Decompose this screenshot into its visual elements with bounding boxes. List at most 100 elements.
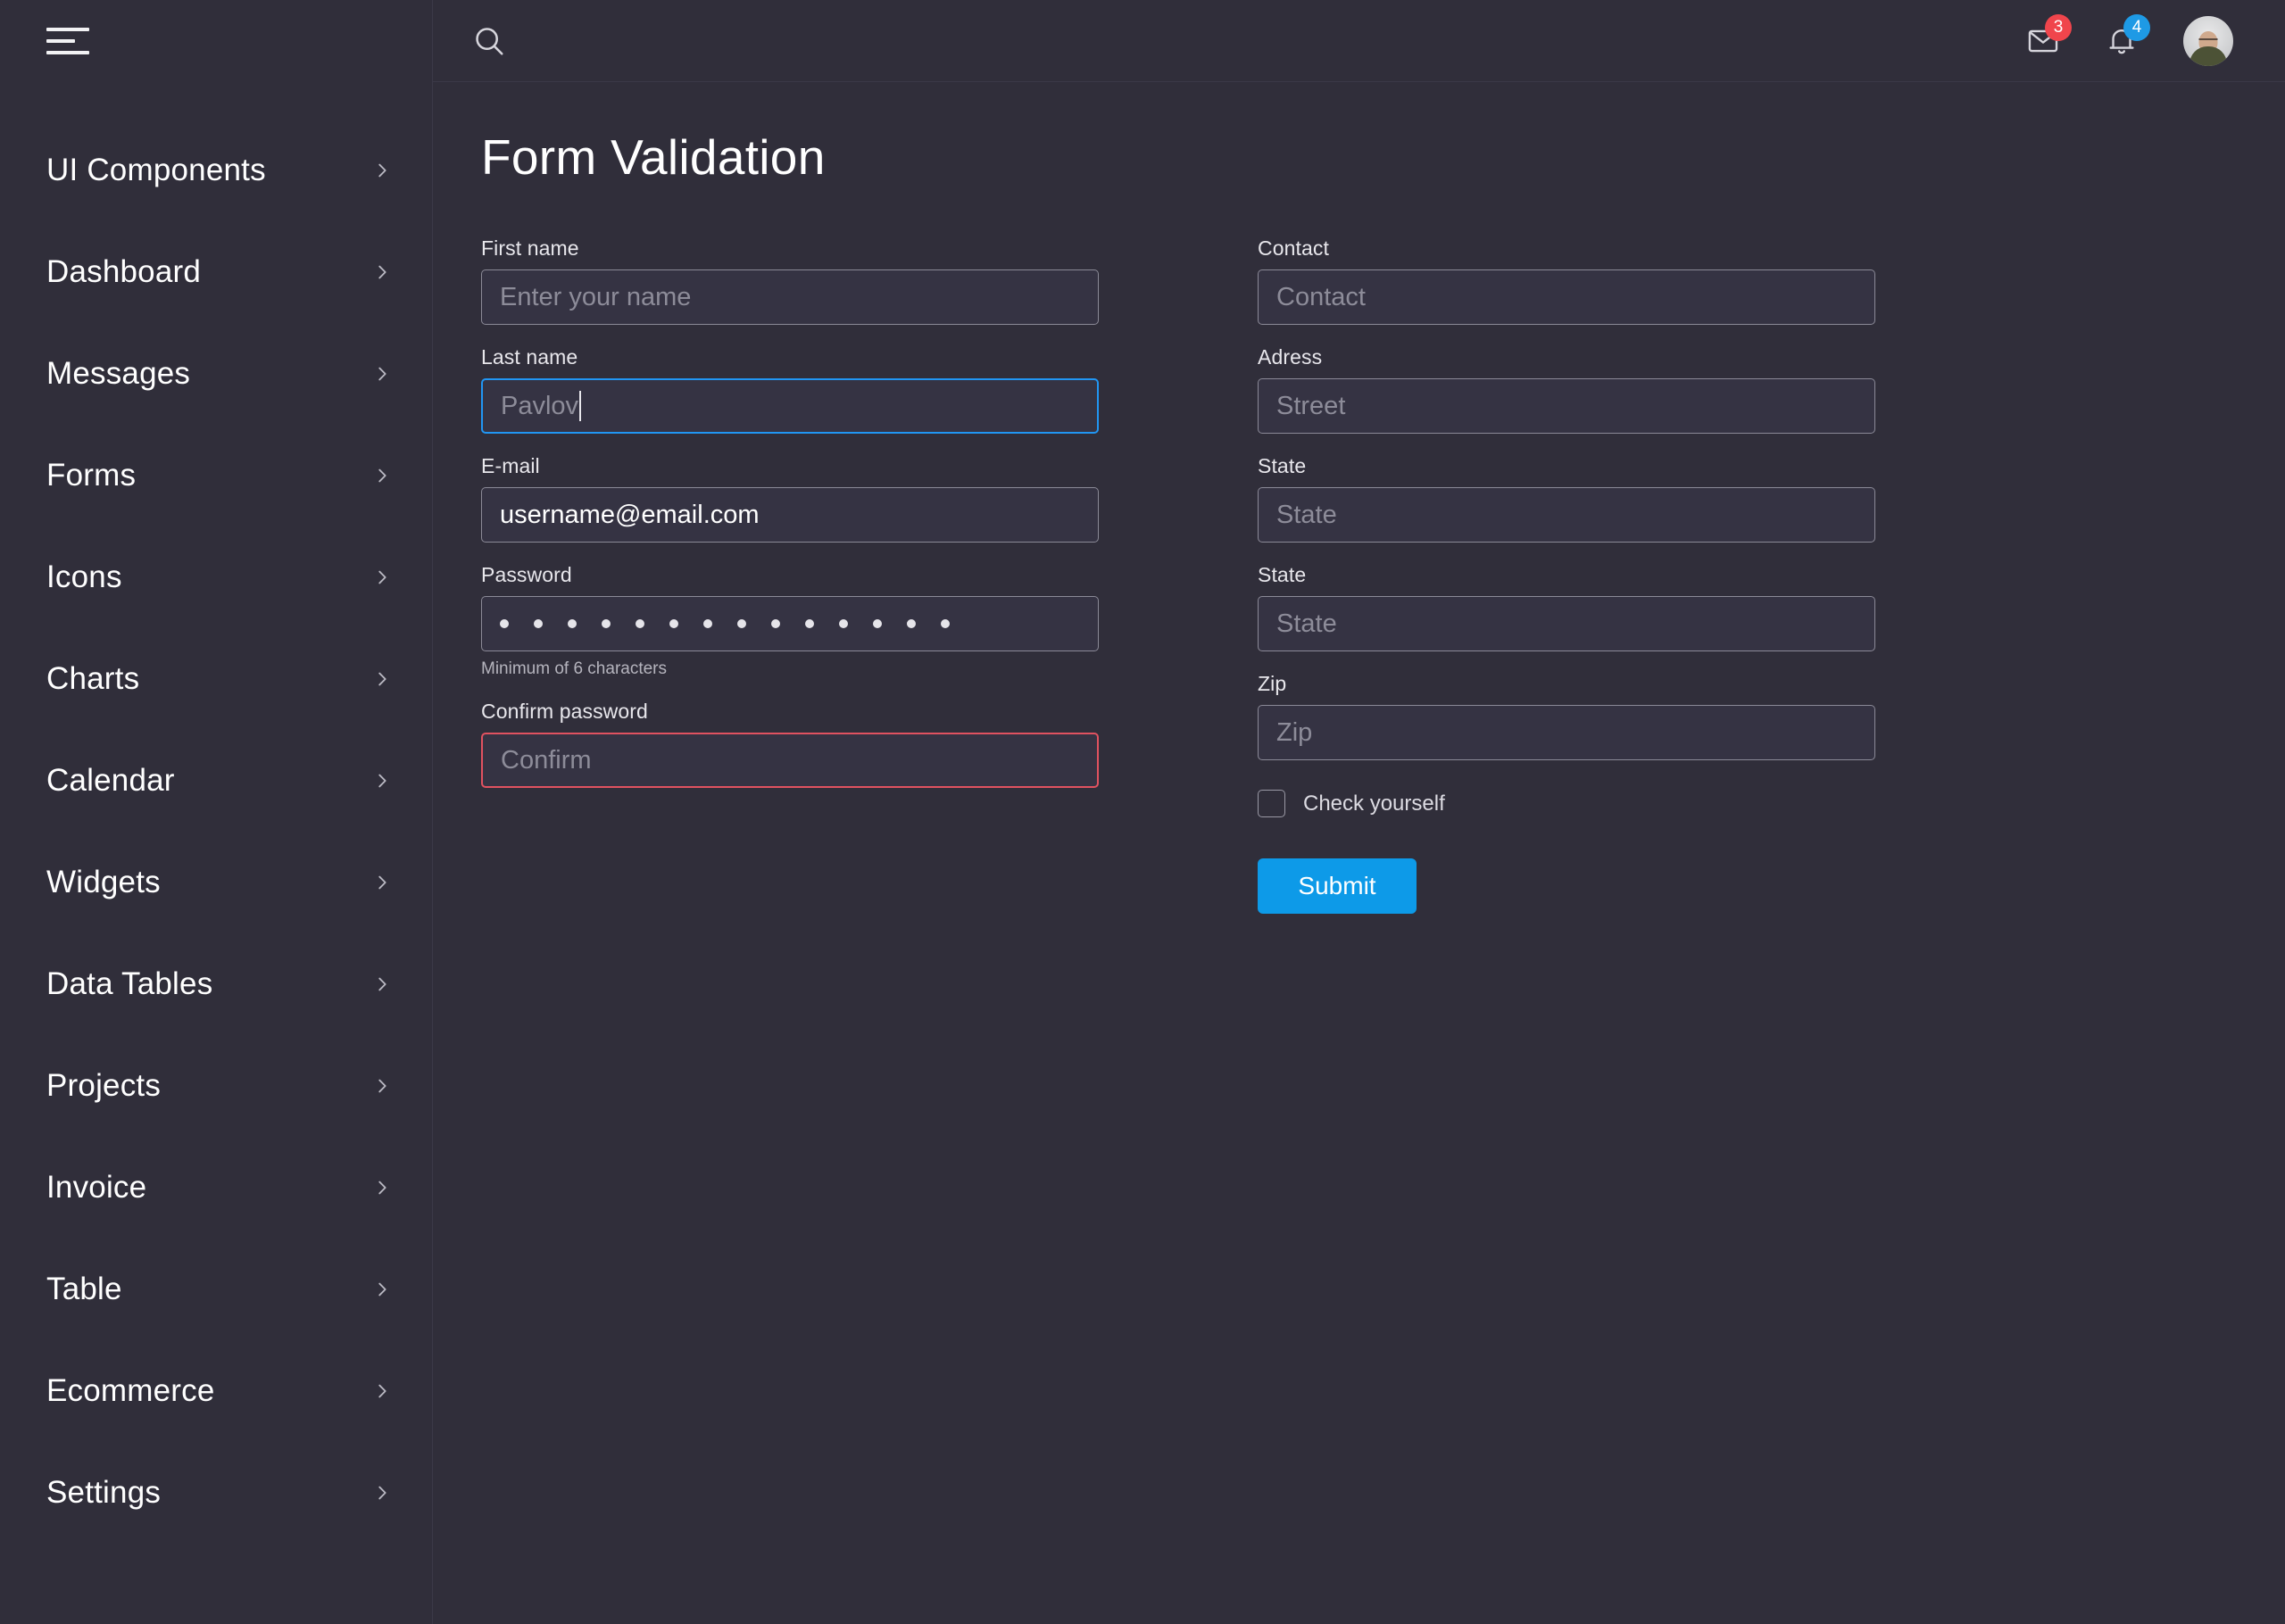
sidebar-item-label: Data Tables (46, 966, 213, 1001)
page-content: Form Validation First name Last name Pav… (433, 82, 2285, 1624)
field-first-name: First name (481, 236, 1099, 325)
bell-badge: 4 (2123, 13, 2150, 41)
first-name-input[interactable] (481, 269, 1099, 325)
search-icon[interactable] (472, 24, 506, 58)
chevron-right-icon (372, 1381, 392, 1401)
sidebar-item-label: Forms (46, 458, 137, 493)
sidebar-item-forms[interactable]: Forms (0, 425, 432, 526)
sidebar-item-label: Icons (46, 559, 122, 594)
sidebar: UI Components Dashboard Messages Forms Icons… (0, 0, 433, 1624)
form-column-right: Contact Adress State State (1258, 236, 1875, 914)
mail-icon[interactable]: 3 (2026, 13, 2072, 58)
topbar-actions: 3 4 (2026, 13, 2233, 66)
field-state-1: State (1258, 454, 1875, 543)
state-2-label: State (1258, 563, 1307, 586)
sidebar-item-charts[interactable]: Charts (0, 628, 432, 730)
field-contact: Contact (1258, 236, 1875, 325)
password-dot (737, 619, 746, 628)
field-email: E-mail username@email.com (481, 454, 1099, 543)
mail-badge: 3 (2045, 13, 2072, 41)
sidebar-item-settings[interactable]: Settings (0, 1442, 432, 1544)
state-1-label: State (1258, 454, 1307, 477)
sidebar-item-label: Invoice (46, 1170, 147, 1205)
password-dot (907, 619, 916, 628)
password-label: Password (481, 563, 572, 586)
sidebar-item-label: Projects (46, 1068, 162, 1103)
zip-label: Zip (1258, 672, 1287, 695)
chevron-right-icon (372, 364, 392, 384)
chevron-right-icon (372, 262, 392, 282)
chevron-right-icon (372, 669, 392, 689)
contact-label: Contact (1258, 236, 1329, 260)
app-root: UI Components Dashboard Messages Forms Icons… (0, 0, 2285, 1624)
last-name-label: Last name (481, 345, 578, 369)
state-1-input[interactable] (1258, 487, 1875, 543)
check-yourself-checkbox[interactable] (1258, 790, 1285, 817)
sidebar-item-ecommerce[interactable]: Ecommerce (0, 1340, 432, 1442)
contact-input[interactable] (1258, 269, 1875, 325)
sidebar-item-label: Dashboard (46, 254, 202, 289)
chevron-right-icon (372, 466, 392, 485)
sidebar-item-dashboard[interactable]: Dashboard (0, 221, 432, 323)
submit-button[interactable]: Submit (1258, 858, 1417, 914)
password-dot (703, 619, 712, 628)
confirm-password-input[interactable] (481, 733, 1099, 788)
zip-input[interactable] (1258, 705, 1875, 760)
sidebar-item-ui-components[interactable]: UI Components (0, 120, 432, 221)
state-2-input[interactable] (1258, 596, 1875, 651)
field-zip: Zip (1258, 672, 1875, 760)
password-dot (534, 619, 543, 628)
chevron-right-icon (372, 1076, 392, 1096)
password-dot (839, 619, 848, 628)
email-input[interactable]: username@email.com (481, 487, 1099, 543)
password-dot (636, 619, 644, 628)
password-input[interactable] (481, 596, 1099, 651)
chevron-right-icon (372, 873, 392, 892)
sidebar-item-table[interactable]: Table (0, 1239, 432, 1340)
password-dot (805, 619, 814, 628)
sidebar-item-data-tables[interactable]: Data Tables (0, 933, 432, 1035)
password-dot (771, 619, 780, 628)
chevron-right-icon (372, 161, 392, 180)
sidebar-item-label: UI Components (46, 153, 266, 187)
sidebar-item-label: Ecommerce (46, 1373, 215, 1408)
field-adress: Adress (1258, 345, 1875, 434)
chevron-right-icon (372, 1280, 392, 1299)
sidebar-item-icons[interactable]: Icons (0, 526, 432, 628)
password-dot (873, 619, 882, 628)
last-name-input[interactable]: Pavlov (481, 378, 1099, 434)
sidebar-item-widgets[interactable]: Widgets (0, 832, 432, 933)
chevron-right-icon (372, 974, 392, 994)
adress-input[interactable] (1258, 378, 1875, 434)
password-dot (941, 619, 950, 628)
sidebar-item-projects[interactable]: Projects (0, 1035, 432, 1137)
sidebar-item-calendar[interactable]: Calendar (0, 730, 432, 832)
first-name-label: First name (481, 236, 579, 260)
sidebar-nav: UI Components Dashboard Messages Forms Icons… (0, 120, 432, 1544)
sidebar-item-messages[interactable]: Messages (0, 323, 432, 425)
form-column-left: First name Last name Pavlov E-mail usern… (481, 236, 1099, 914)
sidebar-item-label: Calendar (46, 763, 175, 798)
email-value: username@email.com (500, 500, 760, 529)
avatar[interactable] (2183, 15, 2233, 66)
form-validation-form: First name Last name Pavlov E-mail usern… (481, 236, 2231, 914)
sidebar-item-invoice[interactable]: Invoice (0, 1137, 432, 1239)
topbar: 3 4 (433, 0, 2285, 82)
password-dot (568, 619, 577, 628)
field-password: Password Minimum of 6 characters (481, 563, 1099, 679)
password-mask (500, 619, 975, 628)
email-label: E-mail (481, 454, 540, 477)
main-area: 3 4 Form Validation First name Enter you… (433, 0, 2285, 1624)
sidebar-item-label: Table (46, 1272, 122, 1306)
sidebar-item-label: Charts (46, 661, 140, 696)
sidebar-item-label: Messages (46, 356, 191, 391)
password-dot (500, 619, 509, 628)
field-last-name: Last name Pavlov (481, 345, 1099, 434)
chevron-right-icon (372, 1178, 392, 1197)
field-state-2: State (1258, 563, 1875, 651)
bell-icon[interactable]: 4 (2105, 13, 2150, 58)
sidebar-header (0, 0, 432, 82)
sidebar-item-label: Widgets (46, 865, 161, 899)
adress-label: Adress (1258, 345, 1323, 369)
hamburger-icon[interactable] (46, 28, 89, 54)
